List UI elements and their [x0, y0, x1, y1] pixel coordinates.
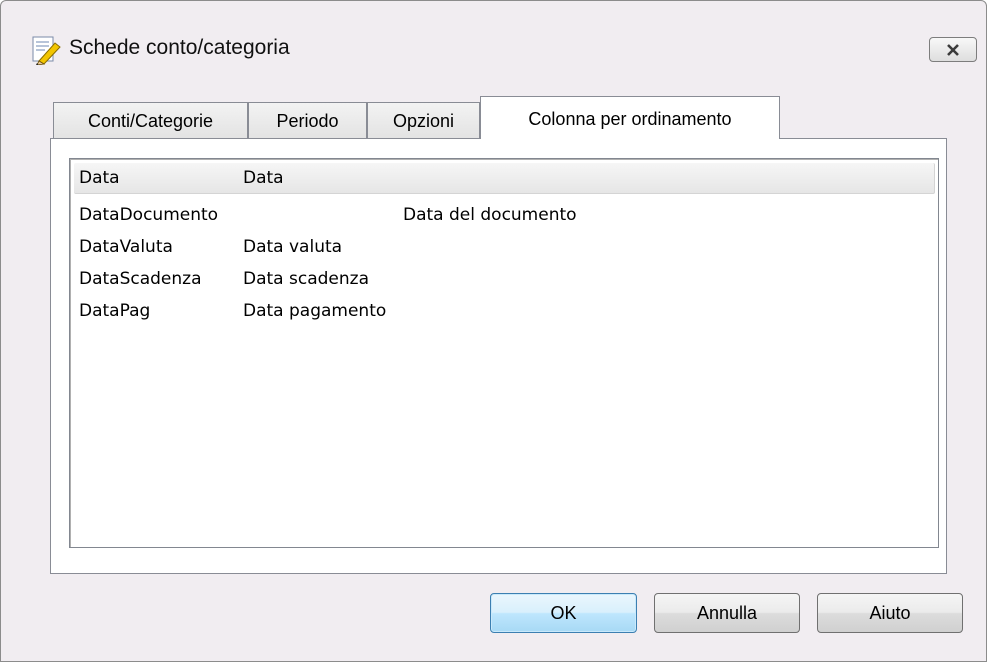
column-name: DataScadenza — [79, 269, 202, 289]
column-name: DataPag — [79, 301, 151, 321]
help-button[interactable]: Aiuto — [817, 593, 963, 633]
tab-colonna-per-ordinamento[interactable]: Colonna per ordinamento — [480, 96, 780, 139]
list-item[interactable]: DataScadenza Data scadenza — [74, 264, 934, 294]
ok-button[interactable]: OK — [490, 593, 637, 633]
column-name: DataDocumento — [79, 205, 219, 225]
close-button[interactable] — [929, 37, 977, 62]
column-name: Data — [79, 168, 120, 188]
tab-opzioni[interactable]: Opzioni — [367, 102, 480, 138]
column-description: Data — [243, 168, 284, 188]
column-description: Data del documento — [403, 205, 577, 225]
column-description: Data pagamento — [243, 301, 387, 321]
tab-conti-categorie[interactable]: Conti/Categorie — [53, 102, 248, 138]
list-item[interactable]: DataValuta Data valuta — [74, 232, 934, 262]
column-description: Data valuta — [243, 237, 343, 257]
close-icon — [947, 43, 959, 56]
column-name: DataValuta — [79, 237, 173, 257]
title-bar[interactable]: Schede conto/categoria — [1, 1, 986, 81]
dialog-window: Schede conto/categoria Conti/Categorie P… — [0, 0, 987, 662]
document-pencil-icon — [32, 36, 61, 65]
column-description: Data scadenza — [243, 269, 369, 289]
tab-periodo[interactable]: Periodo — [248, 102, 367, 138]
list-item-selected[interactable]: Data Data — [74, 163, 935, 194]
window-title: Schede conto/categoria — [69, 36, 290, 59]
list-item[interactable]: DataPag Data pagamento — [74, 296, 934, 326]
list-item[interactable]: DataDocumento Data del documento — [74, 200, 934, 230]
cancel-button[interactable]: Annulla — [654, 593, 800, 633]
sort-column-list[interactable]: Data Data DataDocumento Data del documen… — [69, 158, 939, 548]
